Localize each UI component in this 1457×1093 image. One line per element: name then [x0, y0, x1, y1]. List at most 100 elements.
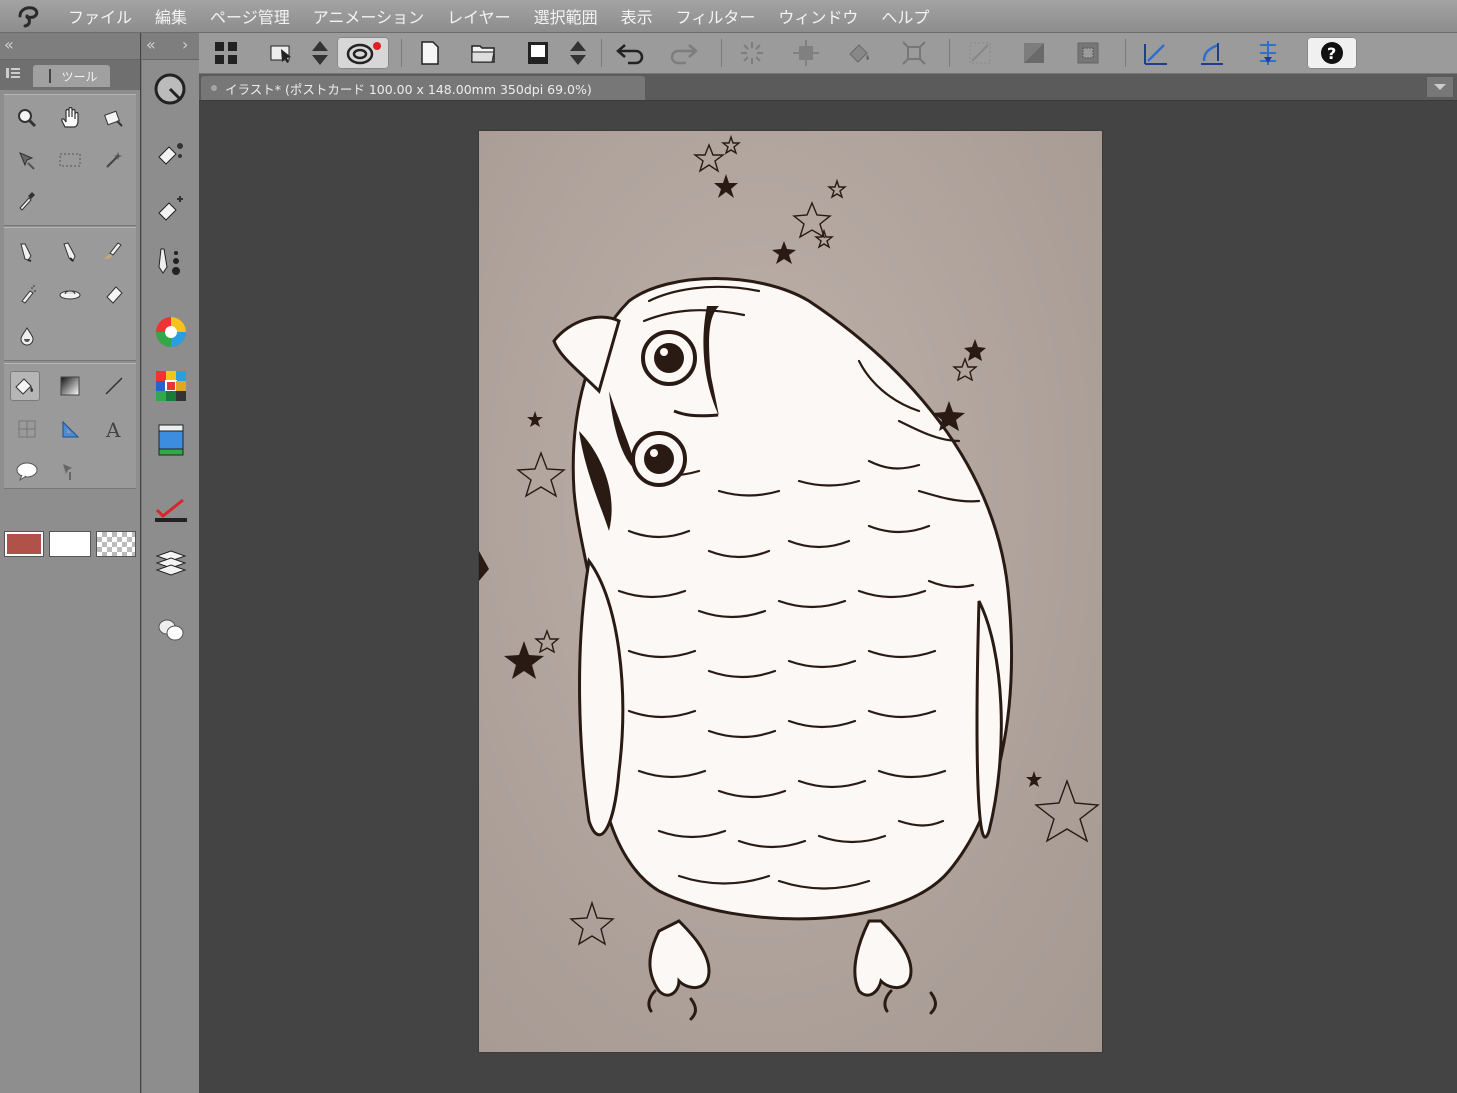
- new-file-icon[interactable]: [413, 37, 447, 69]
- sub-tool-icon[interactable]: [152, 135, 190, 173]
- menu-layer[interactable]: レイヤー: [447, 4, 511, 28]
- menu-edit[interactable]: 編集: [155, 4, 187, 28]
- sub-color-swatch[interactable]: [49, 531, 91, 557]
- icon-strip: « ›: [141, 33, 200, 1093]
- undo-icon[interactable]: [613, 37, 647, 69]
- canvas-paper[interactable]: [479, 131, 1102, 1052]
- clip-studio-logo-icon[interactable]: [16, 4, 46, 28]
- zoom-tool-icon[interactable]: [12, 103, 42, 133]
- tool-group-drawing: [4, 227, 136, 361]
- expand-right-icon[interactable]: ›: [182, 35, 188, 54]
- eyedropper-icon[interactable]: [12, 185, 42, 215]
- snap-special-ruler-icon[interactable]: [1195, 37, 1229, 69]
- frame-tool-icon[interactable]: [12, 414, 42, 444]
- clip-studio-icon[interactable]: [265, 37, 299, 69]
- menu-help[interactable]: ヘルプ: [881, 4, 929, 28]
- material-icon[interactable]: [152, 421, 190, 459]
- balloon-tool-icon[interactable]: [12, 456, 42, 486]
- collapse-left-icon[interactable]: «: [146, 35, 156, 54]
- tab-tool[interactable]: ツール: [33, 65, 110, 87]
- navigator-icon[interactable]: [152, 71, 190, 109]
- redo-icon[interactable]: [667, 37, 701, 69]
- transform-icon[interactable]: [789, 37, 823, 69]
- scroll-icon[interactable]: [303, 37, 337, 69]
- snap-ruler-icon[interactable]: [1139, 37, 1173, 69]
- clear-selection-icon[interactable]: [735, 37, 769, 69]
- workspace-icon[interactable]: [209, 37, 243, 69]
- chevron-down-icon: [1434, 84, 1446, 90]
- menu-filter[interactable]: フィルター: [676, 4, 756, 28]
- pencil-tool-icon[interactable]: [55, 237, 85, 267]
- open-file-icon[interactable]: [467, 37, 501, 69]
- hand-tool-icon[interactable]: [55, 103, 85, 133]
- layer-icon[interactable]: [152, 545, 190, 583]
- toolbar-separator: [949, 39, 950, 67]
- color-wheel-icon[interactable]: [152, 313, 190, 351]
- command-bar: ?: [199, 33, 1457, 74]
- document-tab[interactable]: イラスト* (ポストカード 100.00 x 148.00mm 350dpi 6…: [201, 76, 645, 100]
- toolbar-separator: [1125, 39, 1126, 67]
- timeline-icon[interactable]: [152, 611, 190, 649]
- clear-icon[interactable]: [963, 37, 997, 69]
- clip-studio-cloud-icon[interactable]: [337, 37, 389, 69]
- owl-illustration: [479, 134, 1100, 1021]
- menu-view[interactable]: 表示: [621, 4, 653, 28]
- brush-tool-icon[interactable]: [99, 237, 129, 267]
- canvas-area[interactable]: [199, 101, 1457, 1093]
- menu-bar: ファイル 編集 ページ管理 アニメーション レイヤー 選択範囲 表示 フィルター…: [0, 0, 1457, 33]
- tab-list-dropdown[interactable]: [1427, 77, 1453, 97]
- tool-group-figure: A: [4, 363, 136, 489]
- tool-group-view: [4, 94, 136, 226]
- menu-file[interactable]: ファイル: [68, 4, 132, 28]
- menu-page[interactable]: ページ管理: [210, 4, 290, 28]
- clear-outside-icon[interactable]: [1017, 37, 1051, 69]
- document-tab-label: イラスト* (ポストカード 100.00 x 148.00mm 350dpi 6…: [225, 81, 592, 97]
- save-icon[interactable]: [521, 37, 555, 69]
- tool-tab-icon: [49, 69, 52, 83]
- menu-selection[interactable]: 選択範囲: [534, 4, 598, 28]
- tool-tab-row: ツール: [0, 60, 140, 90]
- color-set-icon[interactable]: [152, 367, 190, 405]
- snap-grid-icon[interactable]: [1251, 37, 1285, 69]
- svg-text:?: ?: [1327, 44, 1336, 63]
- line-tool-icon[interactable]: [99, 371, 129, 401]
- blend-tool-icon[interactable]: [12, 321, 42, 351]
- panel-menu-icon[interactable]: [6, 67, 20, 79]
- tool-property-icon[interactable]: [152, 189, 190, 227]
- fill-selection-icon[interactable]: [843, 37, 877, 69]
- document-tab-bar: イラスト* (ポストカード 100.00 x 148.00mm 350dpi 6…: [199, 74, 1457, 101]
- decoration-tool-icon[interactable]: [55, 279, 85, 309]
- icon-strip-header: « ›: [142, 33, 199, 60]
- eraser-tool-icon[interactable]: [99, 279, 129, 309]
- collapse-chevron-icon[interactable]: «: [4, 35, 14, 54]
- help-icon[interactable]: ?: [1307, 37, 1357, 69]
- rotate-view-icon[interactable]: [99, 103, 129, 133]
- scroll-2-icon[interactable]: [561, 37, 595, 69]
- text-tool-icon[interactable]: A: [99, 414, 129, 444]
- move-tool-icon[interactable]: [12, 145, 42, 175]
- ruler-tool-icon[interactable]: [55, 414, 85, 444]
- svg-text:A: A: [105, 418, 121, 440]
- toolbar-separator: [721, 39, 722, 67]
- tool-panel: « ツール A: [0, 33, 140, 1093]
- fill-tool-icon[interactable]: [10, 371, 40, 401]
- auto-select-icon[interactable]: [99, 145, 129, 175]
- tab-dot-icon: [211, 85, 217, 91]
- brush-size-icon[interactable]: [152, 243, 190, 281]
- panel-header: «: [0, 33, 140, 60]
- airbrush-tool-icon[interactable]: [12, 279, 42, 309]
- toolbar-separator: [401, 39, 402, 67]
- correct-line-tool-icon[interactable]: [55, 456, 85, 486]
- layer-property-icon[interactable]: [152, 489, 190, 527]
- menu-animation[interactable]: アニメーション: [313, 4, 424, 28]
- gradient-tool-icon[interactable]: [55, 371, 85, 401]
- rect-selection-icon[interactable]: [55, 145, 85, 175]
- tab-tool-label: ツール: [61, 69, 98, 84]
- transparent-color-swatch[interactable]: [96, 531, 136, 557]
- menu-window[interactable]: ウィンドウ: [778, 4, 858, 28]
- toolbar-separator: [601, 39, 602, 67]
- invert-selection-icon[interactable]: [1071, 37, 1105, 69]
- main-color-swatch[interactable]: [4, 531, 44, 557]
- expand-selection-icon[interactable]: [897, 37, 931, 69]
- pen-tool-icon[interactable]: [12, 237, 42, 267]
